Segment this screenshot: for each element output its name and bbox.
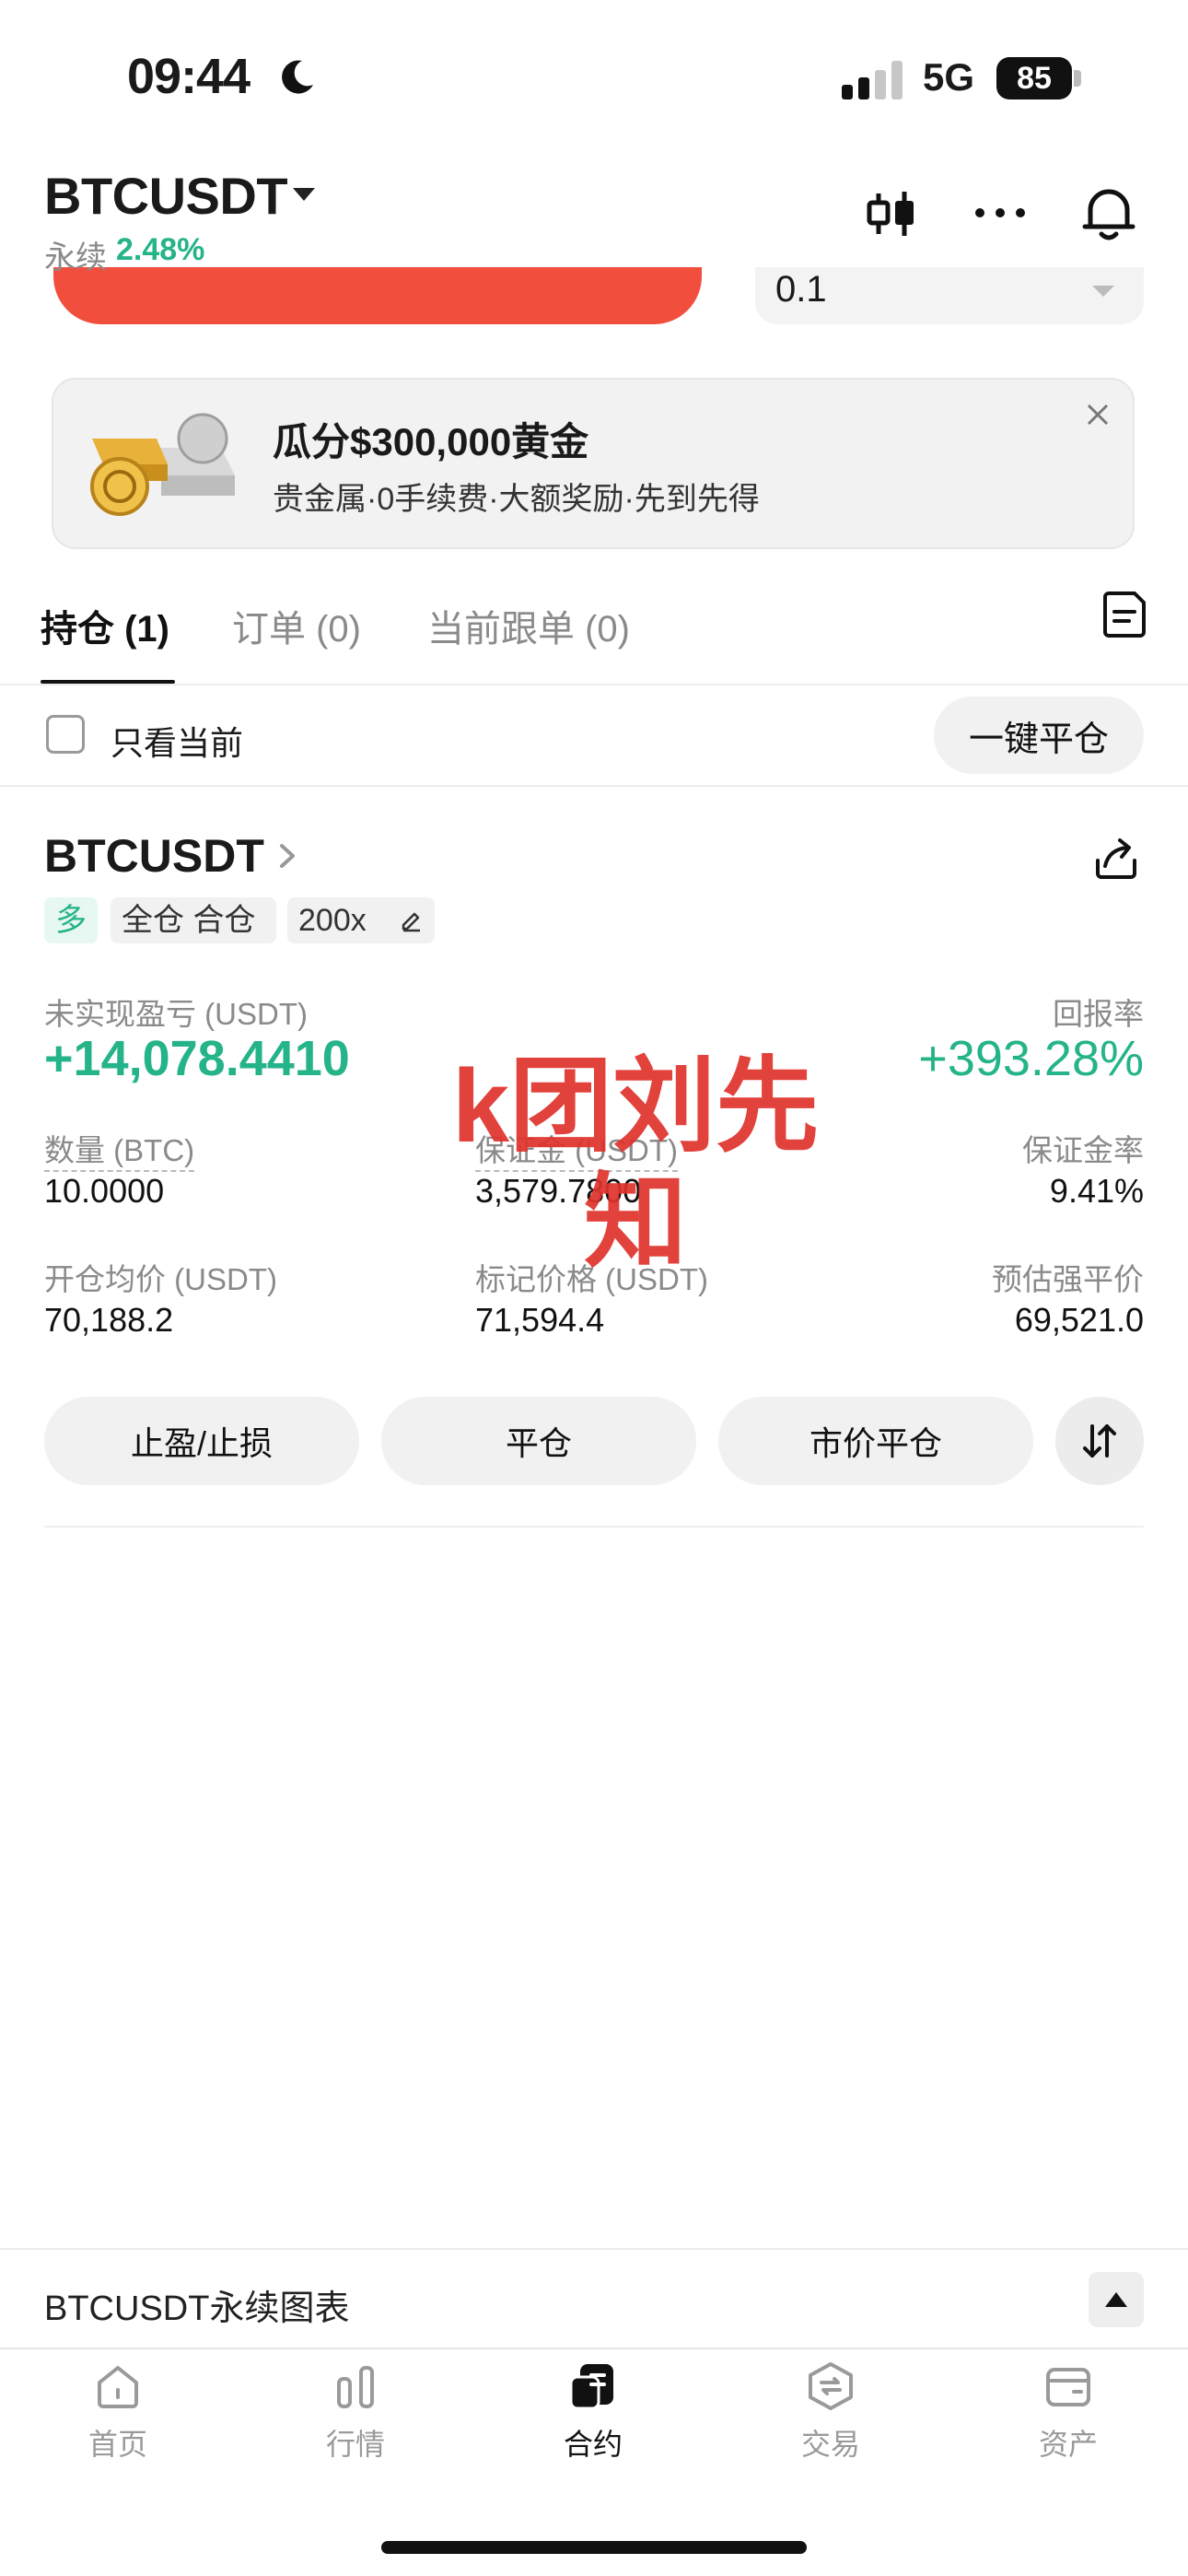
nav-label: 交易 — [800, 2428, 860, 2461]
futures-icon — [569, 2364, 613, 2410]
close-all-button[interactable]: 一键平仓 — [934, 697, 1144, 774]
entry-price-value: 70,188.2 — [44, 1301, 174, 1339]
caret-up-icon — [1105, 2292, 1127, 2307]
nav-futures[interactable]: 合约 — [501, 2359, 685, 2469]
nav-divider — [0, 2348, 1188, 2349]
qty-value: 10.0000 — [44, 1172, 165, 1210]
battery-indicator: 85 — [996, 57, 1081, 100]
unrealized-pnl-value: +14,078.4410 — [44, 1031, 350, 1086]
home-indicator — [381, 2541, 807, 2554]
leverage-value: 200x — [298, 903, 367, 938]
margin-mode-badge: 全仓 合仓 — [111, 897, 276, 943]
network-label: 5G — [923, 55, 975, 99]
chevron-down-icon — [1092, 286, 1114, 297]
edit-icon[interactable] — [398, 907, 424, 932]
pair-title[interactable]: BTCUSDT — [44, 166, 288, 226]
only-current-checkbox[interactable] — [46, 715, 85, 754]
bell-icon[interactable] — [1079, 181, 1138, 245]
chart-bar-label[interactable]: BTCUSDT永续图表 — [44, 2279, 349, 2330]
reverse-position-button[interactable] — [1055, 1397, 1144, 1485]
chart-divider — [0, 2248, 1188, 2250]
candlestick-icon[interactable] — [862, 181, 921, 245]
qty-label[interactable]: 数量 (BTC) — [44, 1126, 195, 1172]
quantity-value: 0.1 — [775, 269, 827, 310]
liq-price-value: 69,521.0 — [1014, 1301, 1144, 1339]
trade-icon — [809, 2362, 853, 2410]
roe-label: 回报率 — [1053, 997, 1144, 1031]
side-badge: 多 — [44, 897, 98, 943]
nav-label: 行情 — [325, 2428, 385, 2461]
swap-arrows-icon — [1083, 1424, 1116, 1458]
battery-level: 85 — [1017, 61, 1052, 96]
nav-market[interactable]: 行情 — [263, 2359, 448, 2469]
margin-ratio-value: 9.41% — [1049, 1172, 1144, 1210]
nav-label: 首页 — [87, 2428, 147, 2461]
nav-assets[interactable]: 资产 — [976, 2359, 1160, 2469]
roe-value: +393.28% — [918, 1031, 1144, 1086]
market-close-button[interactable]: 市价平仓 — [718, 1397, 1033, 1485]
tabs-divider — [0, 684, 1188, 685]
notes-icon[interactable] — [1101, 588, 1149, 639]
margin-ratio-label: 保证金率 — [1022, 1133, 1144, 1167]
wallet-icon — [1046, 2368, 1090, 2406]
position-symbol[interactable]: BTCUSDT — [44, 829, 264, 883]
close-position-button[interactable]: 平仓 — [381, 1397, 696, 1485]
chart-expand-button[interactable] — [1089, 2272, 1144, 2327]
status-time: 09:44 — [127, 49, 250, 104]
mark-price-value: 71,594.4 — [475, 1301, 605, 1339]
gold-bars-icon — [90, 413, 235, 516]
pair-dropdown-icon[interactable] — [293, 188, 315, 201]
card-divider — [44, 1526, 1144, 1528]
only-current-label: 只看当前 — [111, 724, 244, 762]
unrealized-pnl-label: 未实现盈亏 (USDT) — [44, 997, 308, 1031]
price-change: 2.48% — [116, 232, 205, 267]
tab-copy-trading[interactable]: 当前跟单 (0) — [427, 599, 630, 652]
banner-title: 瓜分$300,000黄金 — [273, 420, 589, 463]
more-icon[interactable] — [971, 181, 1030, 245]
nav-home[interactable]: 首页 — [26, 2359, 210, 2469]
tab-positions[interactable]: 持仓 (1) — [41, 599, 169, 652]
nav-trade[interactable]: 交易 — [739, 2359, 923, 2469]
signal-icon — [842, 61, 903, 100]
moon-icon — [282, 60, 313, 94]
banner-subtitle: 贵金属·0手续费·大额奖励·先到先得 — [273, 482, 760, 517]
liq-price-label: 预估强平价 — [992, 1262, 1144, 1296]
chevron-right-icon[interactable] — [276, 838, 298, 873]
tab-orders[interactable]: 订单 (0) — [232, 599, 361, 652]
nav-label: 合约 — [563, 2428, 623, 2461]
home-icon — [98, 2366, 138, 2408]
tp-sl-button[interactable]: 止盈/止损 — [44, 1397, 359, 1485]
share-icon[interactable] — [1090, 833, 1142, 884]
watermark-text: k团刘先知 — [451, 1048, 820, 1280]
entry-price-label: 开仓均价 (USDT) — [44, 1262, 277, 1296]
filter-divider — [0, 785, 1188, 787]
leverage-badge[interactable]: 200x — [287, 897, 435, 943]
close-icon[interactable] — [1079, 396, 1116, 433]
nav-label: 资产 — [1038, 2428, 1098, 2461]
market-icon — [337, 2366, 374, 2408]
contract-type-label: 永续 — [44, 240, 107, 275]
